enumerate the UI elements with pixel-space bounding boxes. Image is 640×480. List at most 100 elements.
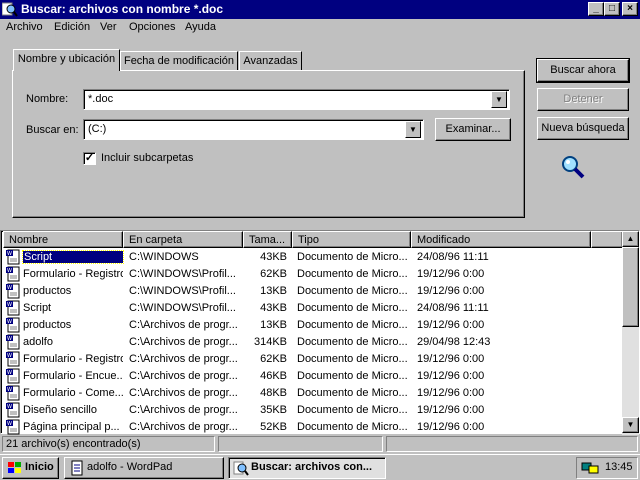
- clock[interactable]: 13:45: [605, 461, 633, 473]
- tab-fecha-modificacion[interactable]: Fecha de modificación: [120, 51, 238, 71]
- cell-modified: 24/08/96 11:11: [417, 251, 489, 263]
- cell-name: Formulario - Registro: [23, 268, 123, 280]
- cell-folder: C:\Archivos de progr...: [129, 404, 238, 416]
- column-en-carpeta[interactable]: En carpeta: [123, 231, 243, 248]
- search-now-button[interactable]: Buscar ahora: [536, 58, 630, 83]
- results-rows: W Script C:\WINDOWS 43KB Documento de Micro.…: [1, 249, 623, 435]
- table-row[interactable]: W Formulario - Registro C:\Archivos de pro…: [1, 351, 623, 368]
- tab-avanzadas[interactable]: Avanzadas: [239, 51, 302, 71]
- column-nombre[interactable]: Nombre: [3, 231, 123, 248]
- start-label: Inicio: [25, 461, 54, 473]
- task-label: Buscar: archivos con...: [251, 461, 373, 473]
- scroll-up-button[interactable]: ▲: [622, 231, 639, 247]
- table-row[interactable]: Wproductos C:\Archivos de progr... 13KB Doc…: [1, 317, 623, 334]
- table-row[interactable]: Wproductos C:\WINDOWS\Profil... 13KB Docume…: [1, 283, 623, 300]
- wordpad-icon: [71, 460, 83, 476]
- cell-folder: C:\Archivos de progr...: [129, 387, 238, 399]
- cell-size: 35KB: [260, 404, 287, 416]
- cell-name: Formulario - Encue...: [23, 370, 123, 382]
- scroll-down-button[interactable]: ▼: [622, 417, 639, 433]
- browse-button[interactable]: Examinar...: [435, 118, 511, 141]
- minimize-button[interactable]: _: [588, 2, 604, 16]
- status-found: 21 archivo(s) encontrado(s): [2, 436, 215, 452]
- cell-modified: 19/12/96 0:00: [417, 353, 485, 365]
- scroll-thumb[interactable]: [622, 247, 639, 327]
- menu-ver[interactable]: Ver: [100, 21, 117, 33]
- name-input[interactable]: *.doc: [83, 89, 510, 110]
- cell-size: 62KB: [260, 268, 287, 280]
- cell-folder: C:\Archivos de progr...: [129, 421, 238, 433]
- stop-button[interactable]: Detener: [537, 88, 629, 111]
- tab-label: Avanzadas: [243, 55, 298, 67]
- svg-text:W: W: [7, 302, 12, 308]
- menu-edicion[interactable]: Edición: [54, 21, 90, 33]
- column-tipo[interactable]: Tipo: [292, 231, 411, 248]
- cell-name: Script: [23, 302, 52, 314]
- cell-name: Diseño sencillo: [23, 404, 97, 416]
- menu-ayuda[interactable]: Ayuda: [185, 21, 216, 33]
- cell-folder: C:\WINDOWS: [129, 251, 199, 263]
- svg-text:W: W: [7, 421, 12, 427]
- wordpad-document-icon: W: [6, 300, 20, 316]
- table-row[interactable]: W Formulario - Registro C:\WINDOWS\Profil.…: [1, 266, 623, 283]
- name-dropdown-button[interactable]: ▼: [491, 91, 507, 108]
- title-bar[interactable]: Buscar: archivos con nombre *.doc _ □ ×: [0, 0, 640, 19]
- svg-text:W: W: [7, 353, 12, 359]
- column-tamano[interactable]: Tama...: [243, 231, 292, 248]
- table-row[interactable]: W Script C:\WINDOWS\Profil... 43KB Documento…: [1, 300, 623, 317]
- task-find[interactable]: Buscar: archivos con...: [228, 457, 386, 479]
- table-row[interactable]: W Formulario - Come... C:\Archivos de prog…: [1, 385, 623, 402]
- maximize-button[interactable]: □: [604, 2, 620, 16]
- lookin-combo[interactable]: (C:): [83, 119, 424, 140]
- svg-text:W: W: [7, 268, 12, 274]
- table-row[interactable]: W Formulario - Encue... C:\Archivos de pro…: [1, 368, 623, 385]
- menu-bar: Archivo Edición Ver Opciones Ayuda: [0, 19, 640, 37]
- lookin-label: Buscar en:: [26, 124, 79, 136]
- menu-opciones[interactable]: Opciones: [129, 21, 175, 33]
- tab-nombre-ubicacion[interactable]: Nombre y ubicación: [13, 49, 120, 71]
- lookin-dropdown-button[interactable]: ▼: [405, 121, 421, 138]
- cell-modified: 29/04/98 12:43: [417, 336, 491, 348]
- cell-name: adolfo: [23, 336, 53, 348]
- find-magnifier-icon: [2, 2, 18, 17]
- subfolders-checkbox[interactable]: ✓: [83, 152, 96, 165]
- cell-type: Documento de Micro...: [297, 302, 408, 314]
- cell-size: 43KB: [260, 251, 287, 263]
- cell-folder: C:\WINDOWS\Profil...: [129, 302, 236, 314]
- wordpad-document-icon: W: [6, 402, 20, 418]
- find-window: Buscar: archivos con nombre *.doc _ □ × …: [0, 0, 640, 454]
- cell-size: 314KB: [253, 336, 287, 348]
- window-title: Buscar: archivos con nombre *.doc: [21, 2, 224, 16]
- wordpad-document-icon: W: [6, 249, 20, 265]
- cell-modified: 19/12/96 0:00: [417, 370, 485, 382]
- table-row[interactable]: W Diseño sencillo C:\Archivos de progr... 3…: [1, 402, 623, 419]
- svg-text:W: W: [7, 336, 12, 342]
- svg-text:W: W: [7, 319, 12, 325]
- network-tray-icon[interactable]: [581, 460, 599, 476]
- tab-panel: Nombre: *.doc ▼ Buscar en: (C:) ▼ Examin…: [12, 70, 525, 218]
- wordpad-document-icon: W: [6, 334, 20, 350]
- results-list[interactable]: Nombre En carpeta Tama... Tipo Modificad…: [0, 230, 640, 435]
- column-modificado[interactable]: Modificado: [411, 231, 591, 248]
- table-row[interactable]: W Página principal p... C:\Archivos de pro…: [1, 419, 623, 435]
- cell-name: Script: [22, 250, 124, 264]
- windows-logo-icon: [8, 462, 21, 473]
- vertical-scrollbar[interactable]: ▲ ▼: [622, 231, 639, 435]
- status-pane-2: [218, 436, 383, 452]
- menu-archivo[interactable]: Archivo: [6, 21, 43, 33]
- cell-type: Documento de Micro...: [297, 285, 408, 297]
- table-row[interactable]: W Script C:\WINDOWS 43KB Documento de Micro.…: [1, 249, 623, 266]
- svg-text:W: W: [7, 251, 12, 257]
- task-wordpad[interactable]: adolfo - WordPad: [64, 457, 224, 479]
- svg-text:W: W: [7, 370, 12, 376]
- cell-type: Documento de Micro...: [297, 319, 408, 331]
- table-row[interactable]: Wadolfo C:\Archivos de progr... 314KB Docum…: [1, 334, 623, 351]
- new-search-button[interactable]: Nueva búsqueda: [537, 117, 629, 140]
- cell-type: Documento de Micro...: [297, 353, 408, 365]
- close-button[interactable]: ×: [622, 2, 638, 16]
- svg-text:W: W: [7, 285, 12, 291]
- cell-size: 52KB: [260, 421, 287, 433]
- svg-text:W: W: [7, 387, 12, 393]
- cell-size: 43KB: [260, 302, 287, 314]
- start-button[interactable]: Inicio: [2, 457, 59, 479]
